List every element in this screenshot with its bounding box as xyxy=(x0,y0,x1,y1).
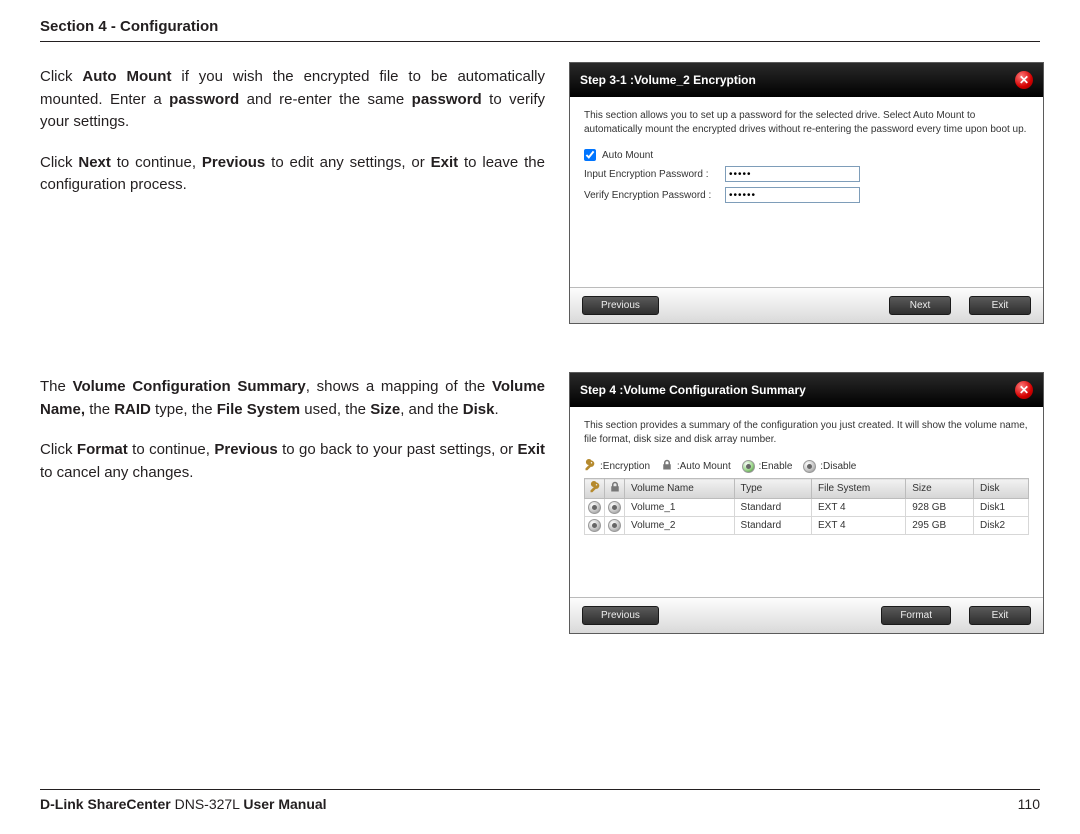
t: :Encryption xyxy=(600,461,650,472)
previous-button[interactable]: Previous xyxy=(582,296,659,315)
t: Exit xyxy=(431,154,459,171)
t: to continue, xyxy=(111,154,202,171)
col-type: Type xyxy=(734,479,811,499)
t: :Disable xyxy=(820,461,856,472)
format-button[interactable]: Format xyxy=(881,606,951,625)
t: RAID xyxy=(114,401,151,418)
t: Previous xyxy=(202,154,265,171)
t: The xyxy=(40,378,73,395)
cell-disk: Disk2 xyxy=(974,517,1029,535)
t: Disk xyxy=(463,401,495,418)
encryption-dialog: Step 3-1 :Volume_2 Encryption ✕ This sec… xyxy=(569,62,1044,324)
automount-status-icon xyxy=(605,517,625,535)
t: Auto Mount xyxy=(82,68,171,85)
t: , and the xyxy=(400,401,463,418)
t: Click xyxy=(40,441,77,458)
t: . xyxy=(494,401,498,418)
dialog-header: Step 4 :Volume Configuration Summary ✕ xyxy=(570,373,1043,407)
t: File System xyxy=(217,401,300,418)
cell-fs: EXT 4 xyxy=(811,499,905,517)
t: Format xyxy=(77,441,128,458)
table-row[interactable]: Volume_2 Standard EXT 4 295 GB Disk2 xyxy=(585,517,1029,535)
col-encryption-icon xyxy=(585,479,605,499)
t: used, the xyxy=(300,401,370,418)
footer-tail: User Manual xyxy=(243,796,326,812)
volume-table: Volume Name Type File System Size Disk V… xyxy=(584,478,1029,535)
instruction-text-1: Click Auto Mount if you wish the encrypt… xyxy=(40,62,545,324)
t: Exit xyxy=(517,441,545,458)
cell-disk: Disk1 xyxy=(974,499,1029,517)
exit-button[interactable]: Exit xyxy=(969,296,1031,315)
t: Previous xyxy=(214,441,277,458)
dialog-description: This section provides a summary of the c… xyxy=(584,419,1029,447)
cell-volume: Volume_2 xyxy=(625,517,735,535)
col-size: Size xyxy=(906,479,974,499)
section-header: Section 4 - Configuration xyxy=(40,18,1040,42)
t: Size xyxy=(370,401,400,418)
t: :Enable xyxy=(759,461,793,472)
col-volume-name: Volume Name xyxy=(625,479,735,499)
page-number: 110 xyxy=(1018,796,1040,812)
cell-type: Standard xyxy=(734,517,811,535)
next-button[interactable]: Next xyxy=(889,296,951,315)
footer-model: DNS-327L xyxy=(171,796,244,812)
disable-icon xyxy=(803,460,816,473)
t: to edit any settings, or xyxy=(265,154,430,171)
previous-button[interactable]: Previous xyxy=(582,606,659,625)
t: type, the xyxy=(151,401,217,418)
footer-brand: D-Link ShareCenter xyxy=(40,796,171,812)
t: password xyxy=(412,91,482,108)
t: Click xyxy=(40,154,78,171)
exit-button[interactable]: Exit xyxy=(969,606,1031,625)
t: Volume Configuration Summary xyxy=(73,378,306,395)
col-automount-icon xyxy=(605,479,625,499)
t: Next xyxy=(78,154,111,171)
t: to go back to your past settings, or xyxy=(278,441,518,458)
dialog-title: Step 4 :Volume Configuration Summary xyxy=(580,383,806,397)
cell-volume: Volume_1 xyxy=(625,499,735,517)
input-password-field[interactable] xyxy=(725,166,860,182)
table-row[interactable]: Volume_1 Standard EXT 4 928 GB Disk1 xyxy=(585,499,1029,517)
cell-size: 295 GB xyxy=(906,517,974,535)
verify-password-label: Verify Encryption Password : xyxy=(584,190,719,201)
automount-label: Auto Mount xyxy=(602,150,653,161)
cell-size: 928 GB xyxy=(906,499,974,517)
t: :Auto Mount xyxy=(677,461,731,472)
page-footer: D-Link ShareCenter DNS-327L User Manual … xyxy=(40,789,1040,812)
dialog-description: This section allows you to set up a pass… xyxy=(584,109,1029,137)
lock-icon xyxy=(661,459,673,474)
summary-dialog: Step 4 :Volume Configuration Summary ✕ T… xyxy=(569,372,1044,634)
cell-fs: EXT 4 xyxy=(811,517,905,535)
t: password xyxy=(169,91,239,108)
t: to continue, xyxy=(128,441,215,458)
dialog-title: Step 3-1 :Volume_2 Encryption xyxy=(580,73,756,87)
t: and re-enter the same xyxy=(239,91,411,108)
col-filesystem: File System xyxy=(811,479,905,499)
t: to cancel any changes. xyxy=(40,464,193,481)
col-disk: Disk xyxy=(974,479,1029,499)
close-icon[interactable]: ✕ xyxy=(1015,381,1033,399)
verify-password-field[interactable] xyxy=(725,187,860,203)
automount-status-icon xyxy=(605,499,625,517)
t: , shows a mapping of the xyxy=(306,378,492,395)
cell-type: Standard xyxy=(734,499,811,517)
close-icon[interactable]: ✕ xyxy=(1015,71,1033,89)
enable-icon xyxy=(742,460,755,473)
input-password-label: Input Encryption Password : xyxy=(584,169,719,180)
key-icon xyxy=(584,459,596,474)
instruction-text-2: The Volume Configuration Summary, shows … xyxy=(40,372,545,634)
encryption-status-icon xyxy=(585,499,605,517)
t: Click xyxy=(40,68,82,85)
legend: :Encryption :Auto Mount :Enable :Disable xyxy=(584,459,1029,474)
automount-checkbox[interactable] xyxy=(584,149,596,161)
dialog-header: Step 3-1 :Volume_2 Encryption ✕ xyxy=(570,63,1043,97)
t: the xyxy=(85,401,114,418)
encryption-status-icon xyxy=(585,517,605,535)
